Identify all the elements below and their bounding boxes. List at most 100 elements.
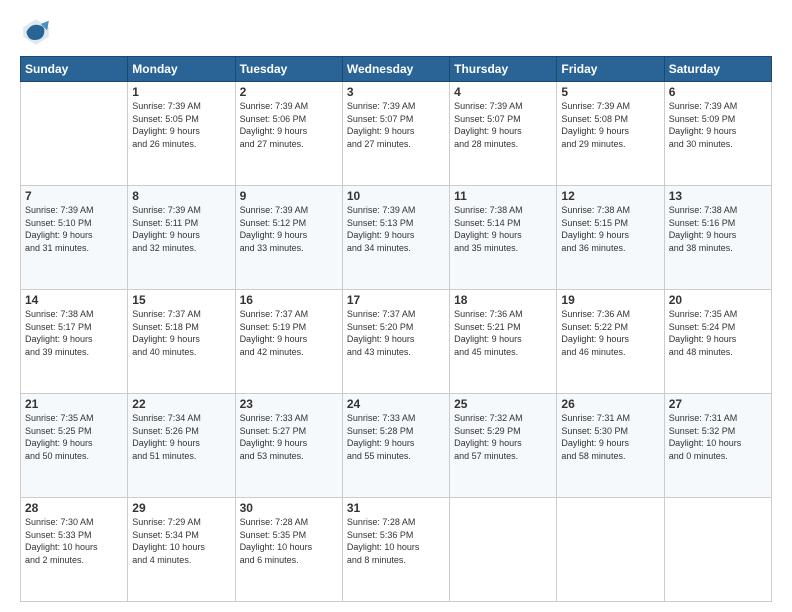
calendar-header-wednesday: Wednesday <box>342 57 449 82</box>
calendar-cell: 20Sunrise: 7:35 AM Sunset: 5:24 PM Dayli… <box>664 290 771 394</box>
day-number: 21 <box>25 397 123 411</box>
calendar-header-monday: Monday <box>128 57 235 82</box>
calendar-cell: 16Sunrise: 7:37 AM Sunset: 5:19 PM Dayli… <box>235 290 342 394</box>
day-number: 27 <box>669 397 767 411</box>
logo-icon <box>20 16 52 48</box>
calendar-cell: 13Sunrise: 7:38 AM Sunset: 5:16 PM Dayli… <box>664 186 771 290</box>
header <box>20 16 772 48</box>
calendar-cell: 9Sunrise: 7:39 AM Sunset: 5:12 PM Daylig… <box>235 186 342 290</box>
day-info: Sunrise: 7:38 AM Sunset: 5:15 PM Dayligh… <box>561 204 659 254</box>
calendar-week-3: 14Sunrise: 7:38 AM Sunset: 5:17 PM Dayli… <box>21 290 772 394</box>
logo <box>20 16 56 48</box>
day-info: Sunrise: 7:37 AM Sunset: 5:18 PM Dayligh… <box>132 308 230 358</box>
day-number: 3 <box>347 85 445 99</box>
day-number: 20 <box>669 293 767 307</box>
calendar-week-1: 1Sunrise: 7:39 AM Sunset: 5:05 PM Daylig… <box>21 82 772 186</box>
day-number: 7 <box>25 189 123 203</box>
day-number: 18 <box>454 293 552 307</box>
day-info: Sunrise: 7:39 AM Sunset: 5:08 PM Dayligh… <box>561 100 659 150</box>
day-number: 31 <box>347 501 445 515</box>
day-info: Sunrise: 7:39 AM Sunset: 5:05 PM Dayligh… <box>132 100 230 150</box>
day-info: Sunrise: 7:36 AM Sunset: 5:21 PM Dayligh… <box>454 308 552 358</box>
calendar-cell: 6Sunrise: 7:39 AM Sunset: 5:09 PM Daylig… <box>664 82 771 186</box>
calendar-header-row: SundayMondayTuesdayWednesdayThursdayFrid… <box>21 57 772 82</box>
calendar-header-saturday: Saturday <box>664 57 771 82</box>
day-number: 26 <box>561 397 659 411</box>
calendar-cell: 1Sunrise: 7:39 AM Sunset: 5:05 PM Daylig… <box>128 82 235 186</box>
calendar-cell: 2Sunrise: 7:39 AM Sunset: 5:06 PM Daylig… <box>235 82 342 186</box>
calendar-header-tuesday: Tuesday <box>235 57 342 82</box>
day-number: 1 <box>132 85 230 99</box>
calendar-cell <box>450 498 557 602</box>
calendar-cell: 10Sunrise: 7:39 AM Sunset: 5:13 PM Dayli… <box>342 186 449 290</box>
calendar-cell <box>664 498 771 602</box>
day-number: 10 <box>347 189 445 203</box>
day-number: 25 <box>454 397 552 411</box>
day-number: 17 <box>347 293 445 307</box>
day-number: 19 <box>561 293 659 307</box>
calendar-cell: 11Sunrise: 7:38 AM Sunset: 5:14 PM Dayli… <box>450 186 557 290</box>
calendar-page: SundayMondayTuesdayWednesdayThursdayFrid… <box>0 0 792 612</box>
day-info: Sunrise: 7:28 AM Sunset: 5:35 PM Dayligh… <box>240 516 338 566</box>
day-number: 13 <box>669 189 767 203</box>
calendar-cell: 31Sunrise: 7:28 AM Sunset: 5:36 PM Dayli… <box>342 498 449 602</box>
day-number: 29 <box>132 501 230 515</box>
day-info: Sunrise: 7:36 AM Sunset: 5:22 PM Dayligh… <box>561 308 659 358</box>
day-number: 6 <box>669 85 767 99</box>
day-number: 28 <box>25 501 123 515</box>
day-info: Sunrise: 7:35 AM Sunset: 5:25 PM Dayligh… <box>25 412 123 462</box>
calendar-week-5: 28Sunrise: 7:30 AM Sunset: 5:33 PM Dayli… <box>21 498 772 602</box>
calendar-cell: 3Sunrise: 7:39 AM Sunset: 5:07 PM Daylig… <box>342 82 449 186</box>
calendar-cell: 19Sunrise: 7:36 AM Sunset: 5:22 PM Dayli… <box>557 290 664 394</box>
day-info: Sunrise: 7:30 AM Sunset: 5:33 PM Dayligh… <box>25 516 123 566</box>
day-info: Sunrise: 7:33 AM Sunset: 5:28 PM Dayligh… <box>347 412 445 462</box>
day-number: 4 <box>454 85 552 99</box>
calendar-header-friday: Friday <box>557 57 664 82</box>
calendar-cell <box>21 82 128 186</box>
day-info: Sunrise: 7:37 AM Sunset: 5:20 PM Dayligh… <box>347 308 445 358</box>
calendar-cell: 15Sunrise: 7:37 AM Sunset: 5:18 PM Dayli… <box>128 290 235 394</box>
day-number: 8 <box>132 189 230 203</box>
day-number: 23 <box>240 397 338 411</box>
calendar-cell: 5Sunrise: 7:39 AM Sunset: 5:08 PM Daylig… <box>557 82 664 186</box>
day-number: 11 <box>454 189 552 203</box>
day-info: Sunrise: 7:39 AM Sunset: 5:06 PM Dayligh… <box>240 100 338 150</box>
day-info: Sunrise: 7:33 AM Sunset: 5:27 PM Dayligh… <box>240 412 338 462</box>
day-number: 12 <box>561 189 659 203</box>
calendar-cell: 7Sunrise: 7:39 AM Sunset: 5:10 PM Daylig… <box>21 186 128 290</box>
day-info: Sunrise: 7:39 AM Sunset: 5:07 PM Dayligh… <box>347 100 445 150</box>
day-info: Sunrise: 7:39 AM Sunset: 5:11 PM Dayligh… <box>132 204 230 254</box>
calendar-cell: 26Sunrise: 7:31 AM Sunset: 5:30 PM Dayli… <box>557 394 664 498</box>
calendar-cell: 18Sunrise: 7:36 AM Sunset: 5:21 PM Dayli… <box>450 290 557 394</box>
day-info: Sunrise: 7:29 AM Sunset: 5:34 PM Dayligh… <box>132 516 230 566</box>
calendar-header-thursday: Thursday <box>450 57 557 82</box>
calendar-cell: 21Sunrise: 7:35 AM Sunset: 5:25 PM Dayli… <box>21 394 128 498</box>
calendar-cell: 27Sunrise: 7:31 AM Sunset: 5:32 PM Dayli… <box>664 394 771 498</box>
day-info: Sunrise: 7:37 AM Sunset: 5:19 PM Dayligh… <box>240 308 338 358</box>
day-number: 22 <box>132 397 230 411</box>
calendar-cell: 22Sunrise: 7:34 AM Sunset: 5:26 PM Dayli… <box>128 394 235 498</box>
day-number: 16 <box>240 293 338 307</box>
calendar-cell: 23Sunrise: 7:33 AM Sunset: 5:27 PM Dayli… <box>235 394 342 498</box>
day-number: 15 <box>132 293 230 307</box>
day-info: Sunrise: 7:38 AM Sunset: 5:14 PM Dayligh… <box>454 204 552 254</box>
calendar-cell: 12Sunrise: 7:38 AM Sunset: 5:15 PM Dayli… <box>557 186 664 290</box>
calendar-cell: 8Sunrise: 7:39 AM Sunset: 5:11 PM Daylig… <box>128 186 235 290</box>
calendar-cell: 30Sunrise: 7:28 AM Sunset: 5:35 PM Dayli… <box>235 498 342 602</box>
day-number: 2 <box>240 85 338 99</box>
day-number: 5 <box>561 85 659 99</box>
calendar-cell: 24Sunrise: 7:33 AM Sunset: 5:28 PM Dayli… <box>342 394 449 498</box>
day-info: Sunrise: 7:31 AM Sunset: 5:30 PM Dayligh… <box>561 412 659 462</box>
day-info: Sunrise: 7:32 AM Sunset: 5:29 PM Dayligh… <box>454 412 552 462</box>
calendar-table: SundayMondayTuesdayWednesdayThursdayFrid… <box>20 56 772 602</box>
calendar-cell: 4Sunrise: 7:39 AM Sunset: 5:07 PM Daylig… <box>450 82 557 186</box>
day-info: Sunrise: 7:38 AM Sunset: 5:17 PM Dayligh… <box>25 308 123 358</box>
day-number: 14 <box>25 293 123 307</box>
day-number: 24 <box>347 397 445 411</box>
calendar-cell: 17Sunrise: 7:37 AM Sunset: 5:20 PM Dayli… <box>342 290 449 394</box>
calendar-week-2: 7Sunrise: 7:39 AM Sunset: 5:10 PM Daylig… <box>21 186 772 290</box>
day-info: Sunrise: 7:28 AM Sunset: 5:36 PM Dayligh… <box>347 516 445 566</box>
day-number: 9 <box>240 189 338 203</box>
calendar-cell: 14Sunrise: 7:38 AM Sunset: 5:17 PM Dayli… <box>21 290 128 394</box>
calendar-header-sunday: Sunday <box>21 57 128 82</box>
